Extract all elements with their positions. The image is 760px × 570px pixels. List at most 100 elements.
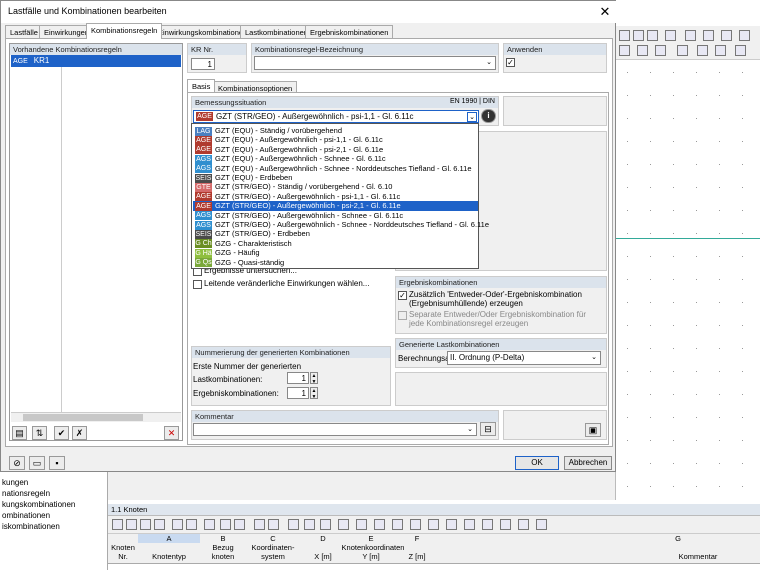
cancel-button[interactable]: Abbrechen [564, 456, 612, 470]
toolbar-icon[interactable] [735, 45, 746, 56]
comment-picker-icon[interactable]: ⊟ [480, 422, 496, 436]
dropdown-option[interactable]: G Qs GZG - Quasi-ständig [193, 258, 478, 268]
table-tool-icon[interactable] [140, 519, 151, 530]
help-icon[interactable]: ⊘ [9, 456, 25, 470]
toolbar-icon[interactable] [637, 45, 648, 56]
ek-stepper[interactable]: ▲ ▼ [310, 387, 318, 400]
tab-lastkombinationen[interactable]: Lastkombinationen [240, 25, 313, 39]
table-tool-icon[interactable] [356, 519, 367, 530]
dropdown-option[interactable]: AGE GZT (EQU) - Außergewöhnlich - psi-2,1… [193, 145, 478, 155]
table-tool-icon[interactable] [428, 519, 439, 530]
table-tool-icon[interactable] [268, 519, 279, 530]
toolbar-icon[interactable] [715, 45, 726, 56]
dropdown-option[interactable]: AGS GZT (EQU) - Außergewöhnlich - Schnee … [193, 154, 478, 164]
lk-field[interactable]: 1 [287, 372, 309, 384]
close-button[interactable]: ✕ [597, 4, 613, 20]
tree-item[interactable]: kungskombinationen [2, 500, 75, 509]
table-tool-icon[interactable] [154, 519, 165, 530]
tab-ergebniskombinationen[interactable]: Ergebniskombinationen [305, 25, 394, 39]
dropdown-option[interactable]: LAG GZT (EQU) - Ständig / vorübergehend [193, 126, 478, 136]
table-tool-icon[interactable] [500, 519, 511, 530]
dropdown-option[interactable]: GTE GZT (STR/GEO) - Ständig / vorübergehe… [193, 182, 478, 192]
table-tool-icon[interactable] [518, 519, 529, 530]
kr-nr-field[interactable]: 1 [191, 58, 215, 70]
comment-combo[interactable]: ⌄ [193, 423, 477, 436]
dropdown-option[interactable]: G Ch GZG - Charakteristisch [193, 239, 478, 249]
open-icon[interactable]: ▭ [29, 456, 45, 470]
table-tool-icon[interactable] [374, 519, 385, 530]
toolbar-icon[interactable] [655, 45, 666, 56]
kr-name-combo[interactable]: ⌄ [254, 56, 496, 70]
calc-combo[interactable]: II. Ordnung (P-Delta) ⌄ [447, 351, 601, 365]
edit-icon[interactable]: ▣ [585, 423, 601, 437]
tab-kombinationsregeln[interactable]: Kombinationsregeln [86, 23, 163, 39]
table-tool-icon[interactable] [254, 519, 265, 530]
toolbar-icon[interactable] [721, 30, 732, 41]
dropdown-option[interactable]: SEIS GZT (EQU) - Erdbeben [193, 173, 478, 183]
copy-rule-icon[interactable]: ⇅ [32, 426, 47, 440]
navigator-tree[interactable]: kungen nationsregeln kungskombinationen … [0, 470, 108, 570]
table-tool-icon[interactable] [112, 519, 123, 530]
dropdown-option[interactable]: AGE GZT (STR/GEO) - Außergewöhnlich - psi… [193, 201, 478, 211]
toolbar-icon[interactable] [739, 30, 750, 41]
toolbar-icon[interactable] [633, 30, 644, 41]
table-tool-icon[interactable] [482, 519, 493, 530]
toolbar-icon[interactable] [619, 30, 630, 41]
tree-item[interactable]: ombinationen [2, 511, 50, 520]
scrollbar-thumb[interactable] [23, 414, 143, 421]
table-tool-icon[interactable] [186, 519, 197, 530]
dropdown-option[interactable]: AGS GZT (STR/GEO) - Außergewöhnlich - Sch… [193, 211, 478, 221]
list-item[interactable]: AGE KR1 [11, 55, 181, 67]
toolbar-icon[interactable] [619, 45, 630, 56]
chevron-down-icon[interactable]: ⌄ [467, 112, 477, 122]
disable-rule-icon[interactable]: ✗ [72, 426, 87, 440]
lk-stepper[interactable]: ▲ ▼ [310, 372, 318, 385]
tree-item[interactable]: nationsregeln [2, 489, 50, 498]
table-tool-icon[interactable] [304, 519, 315, 530]
design-situation-combo[interactable]: AGE GZT (STR/GEO) - Außergewöhnlich - psi… [193, 110, 479, 123]
table-tool-icon[interactable] [172, 519, 183, 530]
info-icon[interactable]: i [481, 109, 496, 123]
horizontal-scrollbar[interactable] [11, 412, 181, 422]
table-tool-icon[interactable] [126, 519, 137, 530]
toolbar-icon[interactable] [685, 30, 696, 41]
apply-checkbox[interactable]: ✓ [506, 58, 515, 67]
tab-lastfaelle[interactable]: Lastfälle [5, 25, 43, 39]
table-tool-icon[interactable] [220, 519, 231, 530]
ok-button[interactable]: OK [515, 456, 559, 470]
dropdown-option[interactable]: AGS GZT (EQU) - Außergewöhnlich - Schnee … [193, 164, 478, 174]
table-tool-icon[interactable] [338, 519, 349, 530]
tree-item[interactable]: kungen [2, 478, 28, 487]
dropdown-option[interactable]: G Hä GZG - Häufig [193, 248, 478, 258]
delete-icon[interactable]: ✕ [164, 426, 179, 440]
table-tool-icon[interactable] [288, 519, 299, 530]
table-tool-icon[interactable] [320, 519, 331, 530]
tab-einwirkungskombinationen[interactable]: Einwirkungskombinationen [153, 25, 253, 39]
table-tool-icon[interactable] [234, 519, 245, 530]
chevron-down-icon[interactable]: ⌄ [589, 353, 599, 363]
table-tool-icon[interactable] [204, 519, 215, 530]
dropdown-option[interactable]: AGS GZT (STR/GEO) - Außergewöhnlich - Sch… [193, 220, 489, 230]
dropdown-option[interactable]: AGE GZT (EQU) - Außergewöhnlich - psi-1,1… [193, 135, 478, 145]
new-rule-icon[interactable]: ▤ [12, 426, 27, 440]
dropdown-option[interactable]: AGE GZT (STR/GEO) - Außergewöhnlich - psi… [193, 192, 478, 202]
toolbar-icon[interactable] [677, 45, 688, 56]
table-tool-icon[interactable] [536, 519, 547, 530]
table-tool-icon[interactable] [464, 519, 475, 530]
tab-kombinationsoptionen[interactable]: Kombinationsoptionen [213, 81, 298, 93]
either-or-checkbox[interactable]: ✓ [398, 291, 407, 300]
separate-either-or-checkbox[interactable] [398, 311, 407, 320]
tab-basis[interactable]: Basis [187, 79, 216, 92]
tree-item[interactable]: iskombinationen [2, 522, 60, 531]
chevron-down-icon[interactable]: ⌄ [484, 58, 494, 68]
check-rule-icon[interactable]: ✔ [54, 426, 69, 440]
table-tool-icon[interactable] [410, 519, 421, 530]
toolbar-icon[interactable] [703, 30, 714, 41]
table-tool-icon[interactable] [392, 519, 403, 530]
ek-field[interactable]: 1 [287, 387, 309, 399]
toolbar-icon[interactable] [665, 30, 676, 41]
chevron-down-icon[interactable]: ⌄ [465, 425, 475, 435]
leading-variable-checkbox[interactable] [193, 280, 202, 289]
toolbar-icon[interactable] [697, 45, 708, 56]
table-tool-icon[interactable] [446, 519, 457, 530]
